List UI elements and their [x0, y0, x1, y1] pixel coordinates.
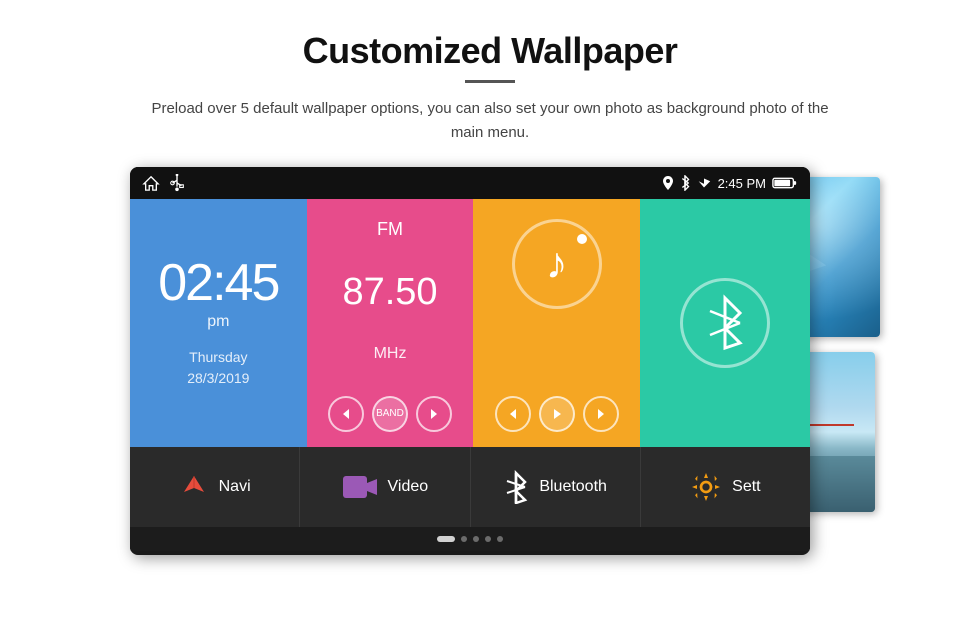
bluetooth-main-icon	[702, 293, 748, 353]
music-dot	[577, 234, 587, 244]
fm-label: FM	[377, 219, 403, 240]
music-widget[interactable]: ♪	[473, 199, 640, 447]
music-note-icon: ♪	[546, 239, 568, 289]
clock-ampm: pm	[207, 313, 229, 331]
fm-widget[interactable]: FM 87.50 MHz BAND	[307, 199, 474, 447]
home-icon	[142, 175, 160, 191]
page-title: Customized Wallpaper	[303, 30, 678, 72]
app-settings-label: Sett	[732, 478, 760, 496]
battery-icon	[772, 176, 798, 190]
device-screen: 2:45 PM 02:45 pm	[130, 167, 810, 555]
settings-icon	[690, 471, 722, 503]
music-next-button[interactable]	[583, 396, 619, 432]
page-wrapper: Customized Wallpaper Preload over 5 defa…	[0, 0, 980, 623]
app-settings[interactable]: Sett	[641, 447, 810, 527]
dots-pagination	[130, 527, 810, 551]
content-area: 2:45 PM 02:45 pm	[130, 167, 850, 557]
fm-band-button[interactable]: BAND	[372, 396, 408, 432]
music-prev-button[interactable]	[495, 396, 531, 432]
app-navi[interactable]: Navi	[130, 447, 300, 527]
fm-controls: BAND	[328, 396, 452, 432]
clock-date: Thursday 28/3/2019	[187, 347, 249, 389]
app-bluetooth[interactable]: Bluetooth	[471, 447, 641, 527]
bt-icon-wrapper	[680, 278, 770, 368]
fm-unit: MHz	[374, 345, 407, 363]
app-video[interactable]: Video	[300, 447, 470, 527]
status-icons-left	[142, 174, 184, 192]
status-bar: 2:45 PM	[130, 167, 810, 199]
app-bluetooth-label: Bluetooth	[539, 478, 607, 496]
fm-next-button[interactable]	[416, 396, 452, 432]
app-bluetooth-icon	[503, 470, 529, 504]
app-bt-icon-wrapper	[503, 470, 529, 504]
navi-icon	[179, 472, 209, 502]
widgets-row: 02:45 pm Thursday 28/3/2019 FM 87.50 MHz	[130, 199, 810, 447]
page-subtitle: Preload over 5 default wallpaper options…	[140, 97, 840, 145]
status-bluetooth-icon	[680, 175, 690, 191]
fm-prev-button[interactable]	[328, 396, 364, 432]
app-navi-label: Navi	[219, 478, 251, 496]
title-divider	[465, 80, 515, 83]
clock-time: 02:45	[158, 257, 278, 309]
settings-icon-wrapper	[690, 471, 722, 503]
app-video-label: Video	[388, 478, 429, 496]
location-icon	[662, 175, 674, 191]
video-icon	[342, 474, 378, 500]
dot-2	[461, 536, 467, 542]
status-time: 2:45 PM	[718, 176, 766, 191]
dot-5	[497, 536, 503, 542]
navi-icon-wrapper	[179, 472, 209, 502]
usb-icon	[170, 174, 184, 192]
apps-row: Navi Video	[130, 447, 810, 527]
music-play-button[interactable]	[539, 396, 575, 432]
video-icon-wrapper	[342, 474, 378, 500]
fm-frequency: 87.50	[342, 273, 437, 311]
dot-1	[437, 536, 455, 542]
music-controls	[495, 396, 619, 432]
dot-4	[485, 536, 491, 542]
screen-content: 02:45 pm Thursday 28/3/2019 FM 87.50 MHz	[130, 199, 810, 551]
music-icon-wrapper: ♪	[512, 219, 602, 309]
clock-widget[interactable]: 02:45 pm Thursday 28/3/2019	[130, 199, 307, 447]
status-icons-right: 2:45 PM	[662, 175, 798, 191]
bluetooth-widget[interactable]	[640, 199, 810, 447]
wifi-icon	[696, 176, 712, 190]
dot-3	[473, 536, 479, 542]
